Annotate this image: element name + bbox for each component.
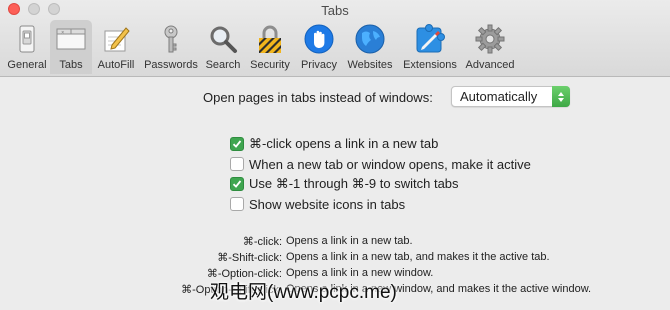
tab-general[interactable]: General [4,20,50,74]
tab-search[interactable]: Search [202,20,244,74]
tab-advanced[interactable]: Advanced [462,20,518,74]
tab-security[interactable]: Security [244,20,296,74]
tab-autofill-label: AutoFill [97,59,135,71]
tab-extensions-label: Extensions [403,59,457,71]
tab-search-label: Search [205,59,241,71]
checkbox-label: ⌘-click opens a link in a new tab [249,136,439,151]
window-title: Tabs [321,3,349,18]
preferences-window: Tabs General × Tabs AutoFill Passwords S… [0,0,670,310]
shortcut-row: ⌘-click: Opens a link in a new tab. [0,235,670,251]
tab-passwords-label: Passwords [144,59,198,71]
padlock-icon [252,21,288,57]
tab-security-label: Security [250,59,290,71]
tab-tabs[interactable]: × Tabs [50,20,92,74]
checkbox-label: Use ⌘-1 through ⌘-9 to switch tabs [249,176,459,191]
shortcut-key: ⌘-Shift-click: [217,252,282,264]
general-switch-icon [9,21,45,57]
checkbox-checked[interactable] [230,177,244,191]
tabs-icon: × [53,21,89,57]
checkbox-checked[interactable] [230,137,244,151]
preferences-toolbar: General × Tabs AutoFill Passwords Search… [4,20,518,76]
title-bar: Tabs General × Tabs AutoFill Passwords S… [0,0,670,77]
checkmark-icon [232,180,242,188]
shortcut-description: Opens a link in a new tab. [286,235,413,247]
magnifier-icon [205,21,241,57]
checkmark-icon [232,140,242,148]
checkbox-unchecked[interactable] [230,197,244,211]
tabs-preferences-pane: Open pages in tabs instead of windows: A… [0,77,670,310]
shortcut-key: ⌘-click: [242,236,282,248]
tab-privacy-label: Privacy [300,59,338,71]
open-pages-label: Open pages in tabs instead of windows: [203,90,433,105]
checkbox-unchecked[interactable] [230,157,244,171]
shortcut-row: ⌘-Shift-click: Opens a link in a new tab… [0,251,670,267]
checkbox-label: Show website icons in tabs [249,196,406,212]
globe-icon [352,21,388,57]
tab-privacy[interactable]: Privacy [296,20,342,74]
tab-options-checkboxes: ⌘-click opens a link in a new tab When a… [230,134,531,214]
checkbox-make-new-tab-active[interactable]: When a new tab or window opens, make it … [230,154,531,174]
tab-advanced-label: Advanced [465,59,515,71]
tab-websites-label: Websites [347,59,393,71]
tab-websites[interactable]: Websites [342,20,398,74]
svg-text:×: × [61,30,64,35]
select-arrows-icon [552,86,570,107]
tab-general-label: General [7,59,47,71]
tab-extensions[interactable]: Extensions [398,20,462,74]
tab-tabs-label: Tabs [59,59,83,71]
key-icon [153,21,189,57]
checkbox-cmd-click-new-tab[interactable]: ⌘-click opens a link in a new tab [230,134,531,154]
checkbox-show-website-icons[interactable]: Show website icons in tabs [230,194,531,214]
open-pages-select[interactable]: Automatically [451,86,570,107]
checkbox-cmd-number-switch-tabs[interactable]: Use ⌘-1 through ⌘-9 to switch tabs [230,174,531,194]
shortcut-description: Opens a link in a new tab, and makes it … [286,251,550,263]
extensions-puzzle-icon [412,21,448,57]
open-pages-row: Open pages in tabs instead of windows: A… [203,86,570,107]
tab-passwords[interactable]: Passwords [140,20,202,74]
checkbox-label: When a new tab or window opens, make it … [249,156,531,172]
hand-icon [301,21,337,57]
gear-icon [472,21,508,57]
tab-autofill[interactable]: AutoFill [92,20,140,74]
watermark-text: 观电网(www.pcpc.me) [210,282,397,303]
autofill-pencil-icon [98,21,134,57]
open-pages-selected-value: Automatically [460,89,538,104]
